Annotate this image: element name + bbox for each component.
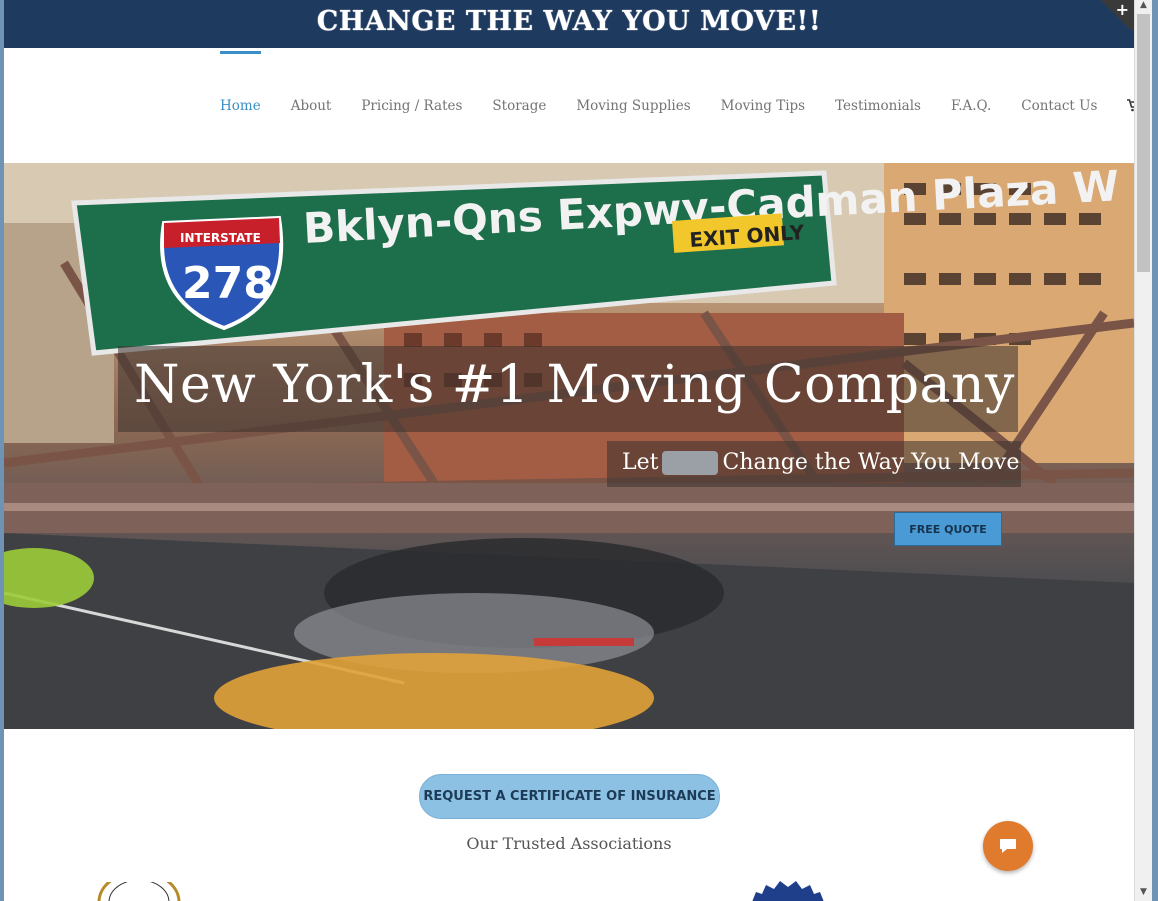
- nav-item-moving-supplies[interactable]: Moving Supplies: [576, 48, 690, 163]
- scroll-up-arrow-icon[interactable]: ▲: [1135, 0, 1152, 14]
- chamber-logo: [94, 870, 184, 901]
- nav-item-testimonials[interactable]: Testimonials: [835, 48, 921, 163]
- bbb-seal-logo: [750, 880, 826, 901]
- browser-viewport: CHANGE THE WAY YOU MOVE!! + Home About P…: [4, 0, 1134, 901]
- banner-title: CHANGE THE WAY YOU MOVE!!: [316, 6, 822, 37]
- free-quote-button[interactable]: FREE QUOTE: [894, 512, 1002, 546]
- nav-item-about[interactable]: About: [291, 48, 332, 163]
- nav-item-contact[interactable]: Contact Us: [1021, 48, 1097, 163]
- chat-button[interactable]: [983, 821, 1033, 871]
- scroll-thumb[interactable]: [1137, 14, 1150, 272]
- site-header: Home About Pricing / Rates Storage Movin…: [4, 48, 1134, 163]
- plus-icon: +: [1115, 0, 1129, 19]
- redacted-company-name: [662, 451, 719, 475]
- associations-title: Our Trusted Associations: [466, 834, 672, 853]
- nav-item-moving-tips[interactable]: Moving Tips: [721, 48, 805, 163]
- shield-label: INTERSTATE: [180, 231, 261, 245]
- scroll-down-arrow-icon[interactable]: ▼: [1135, 887, 1152, 901]
- hero-headline: New York's #1 Moving Company: [134, 355, 1015, 415]
- nav-item-faq[interactable]: F.A.Q.: [951, 48, 991, 163]
- nav-item-pricing[interactable]: Pricing / Rates: [361, 48, 462, 163]
- shield-number: 278: [182, 258, 274, 309]
- hero-slider: Bklyn-Qns Expwy-Cadman Plaza W EXIT ONLY…: [4, 163, 1134, 729]
- main-nav: Home About Pricing / Rates Storage Movin…: [220, 48, 1134, 163]
- banner-toggle[interactable]: +: [1098, 0, 1134, 30]
- page-scrollbar[interactable]: ▲ ▼: [1134, 0, 1152, 901]
- subline-prefix: Let: [622, 450, 659, 475]
- top-banner: CHANGE THE WAY YOU MOVE!! +: [4, 0, 1134, 48]
- nav-item-storage[interactable]: Storage: [492, 48, 546, 163]
- request-certificate-button[interactable]: REQUEST A CERTIFICATE OF INSURANCE: [419, 774, 720, 819]
- nav-item-home[interactable]: Home: [220, 48, 261, 163]
- chat-icon: [1000, 839, 1016, 853]
- hero-subline: Let Change the Way You Move: [622, 450, 1019, 475]
- subline-suffix: Change the Way You Move: [722, 450, 1020, 475]
